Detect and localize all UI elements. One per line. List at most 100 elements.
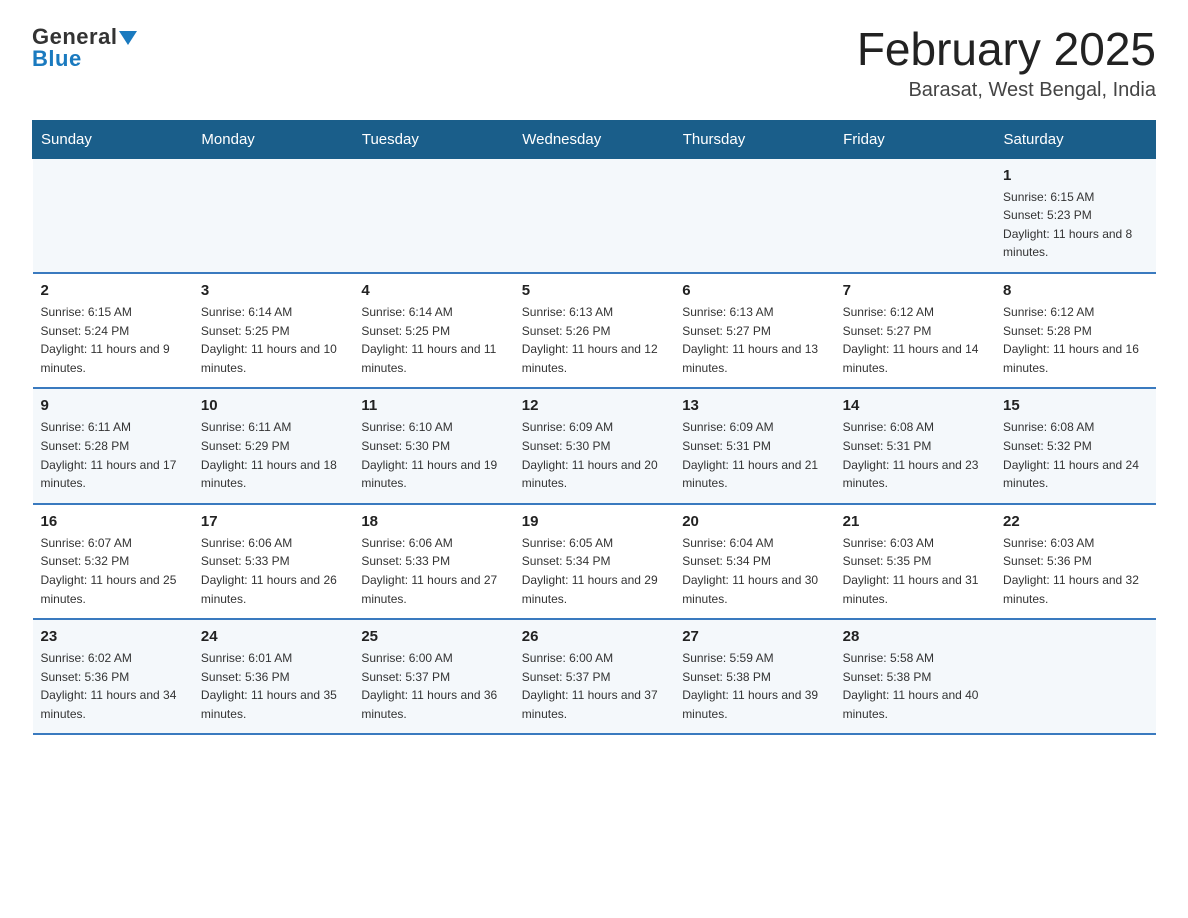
calendar-cell: 13 Sunrise: 6:09 AMSunset: 5:31 PMDayligh…: [674, 388, 834, 503]
logo: General Blue: [32, 24, 137, 72]
day-number: 11: [361, 397, 505, 414]
calendar-week-row: 16 Sunrise: 6:07 AMSunset: 5:32 PMDayligh…: [33, 504, 1156, 619]
day-info: Sunrise: 6:01 AMSunset: 5:36 PMDaylight:…: [201, 649, 345, 723]
day-info: Sunrise: 6:00 AMSunset: 5:37 PMDaylight:…: [361, 649, 505, 723]
calendar-cell: 18 Sunrise: 6:06 AMSunset: 5:33 PMDayligh…: [353, 504, 513, 619]
calendar-header: SundayMondayTuesdayWednesdayThursdayFrid…: [33, 120, 1156, 158]
calendar-cell: 5 Sunrise: 6:13 AMSunset: 5:26 PMDaylight…: [514, 273, 674, 388]
location-title: Barasat, West Bengal, India: [857, 79, 1156, 102]
calendar-cell: 17Sunrise: 6:06 AMSunset: 5:33 PMDayligh…: [193, 504, 353, 619]
logo-triangle-icon: [119, 31, 137, 45]
day-info: Sunrise: 6:08 AMSunset: 5:31 PMDaylight:…: [843, 418, 987, 492]
day-number: 15: [1003, 397, 1147, 414]
calendar-cell: 7 Sunrise: 6:12 AMSunset: 5:27 PMDaylight…: [835, 273, 995, 388]
day-number: 7: [843, 282, 987, 299]
day-number: 12: [522, 397, 666, 414]
day-info: Sunrise: 6:09 AMSunset: 5:31 PMDaylight:…: [682, 418, 826, 492]
calendar-cell: [674, 158, 834, 273]
day-info: Sunrise: 6:15 AMSunset: 5:23 PMDaylight:…: [1003, 188, 1147, 262]
day-info: Sunrise: 6:12 AMSunset: 5:28 PMDaylight:…: [1003, 303, 1147, 377]
day-number: 19: [522, 513, 666, 530]
day-info: Sunrise: 6:13 AMSunset: 5:26 PMDaylight:…: [522, 303, 666, 377]
day-info: Sunrise: 6:11 AMSunset: 5:28 PMDaylight:…: [41, 418, 185, 492]
day-number: 16: [41, 513, 185, 530]
weekday-header-row: SundayMondayTuesdayWednesdayThursdayFrid…: [33, 120, 1156, 158]
calendar-cell: 14 Sunrise: 6:08 AMSunset: 5:31 PMDayligh…: [835, 388, 995, 503]
day-info: Sunrise: 5:58 AMSunset: 5:38 PMDaylight:…: [843, 649, 987, 723]
calendar-cell: 20 Sunrise: 6:04 AMSunset: 5:34 PMDayligh…: [674, 504, 834, 619]
page-header: General Blue February 2025 Barasat, West…: [32, 24, 1156, 102]
calendar-cell: 25 Sunrise: 6:00 AMSunset: 5:37 PMDayligh…: [353, 619, 513, 734]
day-info: Sunrise: 6:12 AMSunset: 5:27 PMDaylight:…: [843, 303, 987, 377]
calendar-week-row: 23 Sunrise: 6:02 AMSunset: 5:36 PMDayligh…: [33, 619, 1156, 734]
day-info: Sunrise: 6:10 AMSunset: 5:30 PMDaylight:…: [361, 418, 505, 492]
calendar-body: 1 Sunrise: 6:15 AMSunset: 5:23 PMDaylight…: [33, 158, 1156, 734]
calendar-cell: 16 Sunrise: 6:07 AMSunset: 5:32 PMDayligh…: [33, 504, 193, 619]
calendar-cell: 24 Sunrise: 6:01 AMSunset: 5:36 PMDayligh…: [193, 619, 353, 734]
calendar-cell: [353, 158, 513, 273]
day-number: 26: [522, 628, 666, 645]
month-title: February 2025: [857, 24, 1156, 75]
day-number: 3: [201, 282, 345, 299]
day-number: 14: [843, 397, 987, 414]
calendar-cell: [835, 158, 995, 273]
calendar-table: SundayMondayTuesdayWednesdayThursdayFrid…: [32, 120, 1156, 736]
calendar-cell: 6 Sunrise: 6:13 AMSunset: 5:27 PMDaylight…: [674, 273, 834, 388]
calendar-cell: 21Sunrise: 6:03 AMSunset: 5:35 PMDayligh…: [835, 504, 995, 619]
day-info: Sunrise: 6:03 AMSunset: 5:36 PMDaylight:…: [1003, 534, 1147, 608]
calendar-cell: 10 Sunrise: 6:11 AMSunset: 5:29 PMDayligh…: [193, 388, 353, 503]
weekday-header-wednesday: Wednesday: [514, 120, 674, 158]
logo-bottom-text: Blue: [32, 46, 82, 72]
day-info: Sunrise: 6:14 AMSunset: 5:25 PMDaylight:…: [361, 303, 505, 377]
day-info: Sunrise: 6:06 AMSunset: 5:33 PMDaylight:…: [361, 534, 505, 608]
calendar-cell: 15Sunrise: 6:08 AMSunset: 5:32 PMDayligh…: [995, 388, 1155, 503]
calendar-cell: 26 Sunrise: 6:00 AMSunset: 5:37 PMDayligh…: [514, 619, 674, 734]
day-info: Sunrise: 6:04 AMSunset: 5:34 PMDaylight:…: [682, 534, 826, 608]
day-number: 8: [1003, 282, 1147, 299]
day-number: 13: [682, 397, 826, 414]
weekday-header-friday: Friday: [835, 120, 995, 158]
day-number: 17: [201, 513, 345, 530]
day-info: Sunrise: 6:15 AMSunset: 5:24 PMDaylight:…: [41, 303, 185, 377]
day-info: Sunrise: 6:00 AMSunset: 5:37 PMDaylight:…: [522, 649, 666, 723]
day-number: 6: [682, 282, 826, 299]
day-number: 18: [361, 513, 505, 530]
day-number: 20: [682, 513, 826, 530]
day-info: Sunrise: 6:02 AMSunset: 5:36 PMDaylight:…: [41, 649, 185, 723]
calendar-cell: 2 Sunrise: 6:15 AMSunset: 5:24 PMDaylight…: [33, 273, 193, 388]
day-number: 25: [361, 628, 505, 645]
day-number: 2: [41, 282, 185, 299]
day-number: 1: [1003, 167, 1147, 184]
weekday-header-sunday: Sunday: [33, 120, 193, 158]
day-info: Sunrise: 6:11 AMSunset: 5:29 PMDaylight:…: [201, 418, 345, 492]
day-info: Sunrise: 6:14 AMSunset: 5:25 PMDaylight:…: [201, 303, 345, 377]
day-info: Sunrise: 6:09 AMSunset: 5:30 PMDaylight:…: [522, 418, 666, 492]
calendar-cell: 27 Sunrise: 5:59 AMSunset: 5:38 PMDayligh…: [674, 619, 834, 734]
day-number: 5: [522, 282, 666, 299]
day-number: 24: [201, 628, 345, 645]
calendar-cell: [514, 158, 674, 273]
day-info: Sunrise: 6:13 AMSunset: 5:27 PMDaylight:…: [682, 303, 826, 377]
day-number: 27: [682, 628, 826, 645]
day-number: 4: [361, 282, 505, 299]
calendar-cell: 1 Sunrise: 6:15 AMSunset: 5:23 PMDaylight…: [995, 158, 1155, 273]
weekday-header-saturday: Saturday: [995, 120, 1155, 158]
day-number: 21: [843, 513, 987, 530]
weekday-header-thursday: Thursday: [674, 120, 834, 158]
calendar-cell: [193, 158, 353, 273]
day-info: Sunrise: 6:07 AMSunset: 5:32 PMDaylight:…: [41, 534, 185, 608]
calendar-cell: 12 Sunrise: 6:09 AMSunset: 5:30 PMDayligh…: [514, 388, 674, 503]
weekday-header-monday: Monday: [193, 120, 353, 158]
calendar-cell: 11 Sunrise: 6:10 AMSunset: 5:30 PMDayligh…: [353, 388, 513, 503]
calendar-week-row: 1 Sunrise: 6:15 AMSunset: 5:23 PMDaylight…: [33, 158, 1156, 273]
day-number: 10: [201, 397, 345, 414]
day-info: Sunrise: 5:59 AMSunset: 5:38 PMDaylight:…: [682, 649, 826, 723]
day-number: 22: [1003, 513, 1147, 530]
calendar-week-row: 2 Sunrise: 6:15 AMSunset: 5:24 PMDaylight…: [33, 273, 1156, 388]
calendar-cell: 4 Sunrise: 6:14 AMSunset: 5:25 PMDaylight…: [353, 273, 513, 388]
calendar-cell: [33, 158, 193, 273]
calendar-cell: [995, 619, 1155, 734]
calendar-week-row: 9Sunrise: 6:11 AMSunset: 5:28 PMDaylight…: [33, 388, 1156, 503]
day-number: 23: [41, 628, 185, 645]
calendar-cell: 9Sunrise: 6:11 AMSunset: 5:28 PMDaylight…: [33, 388, 193, 503]
